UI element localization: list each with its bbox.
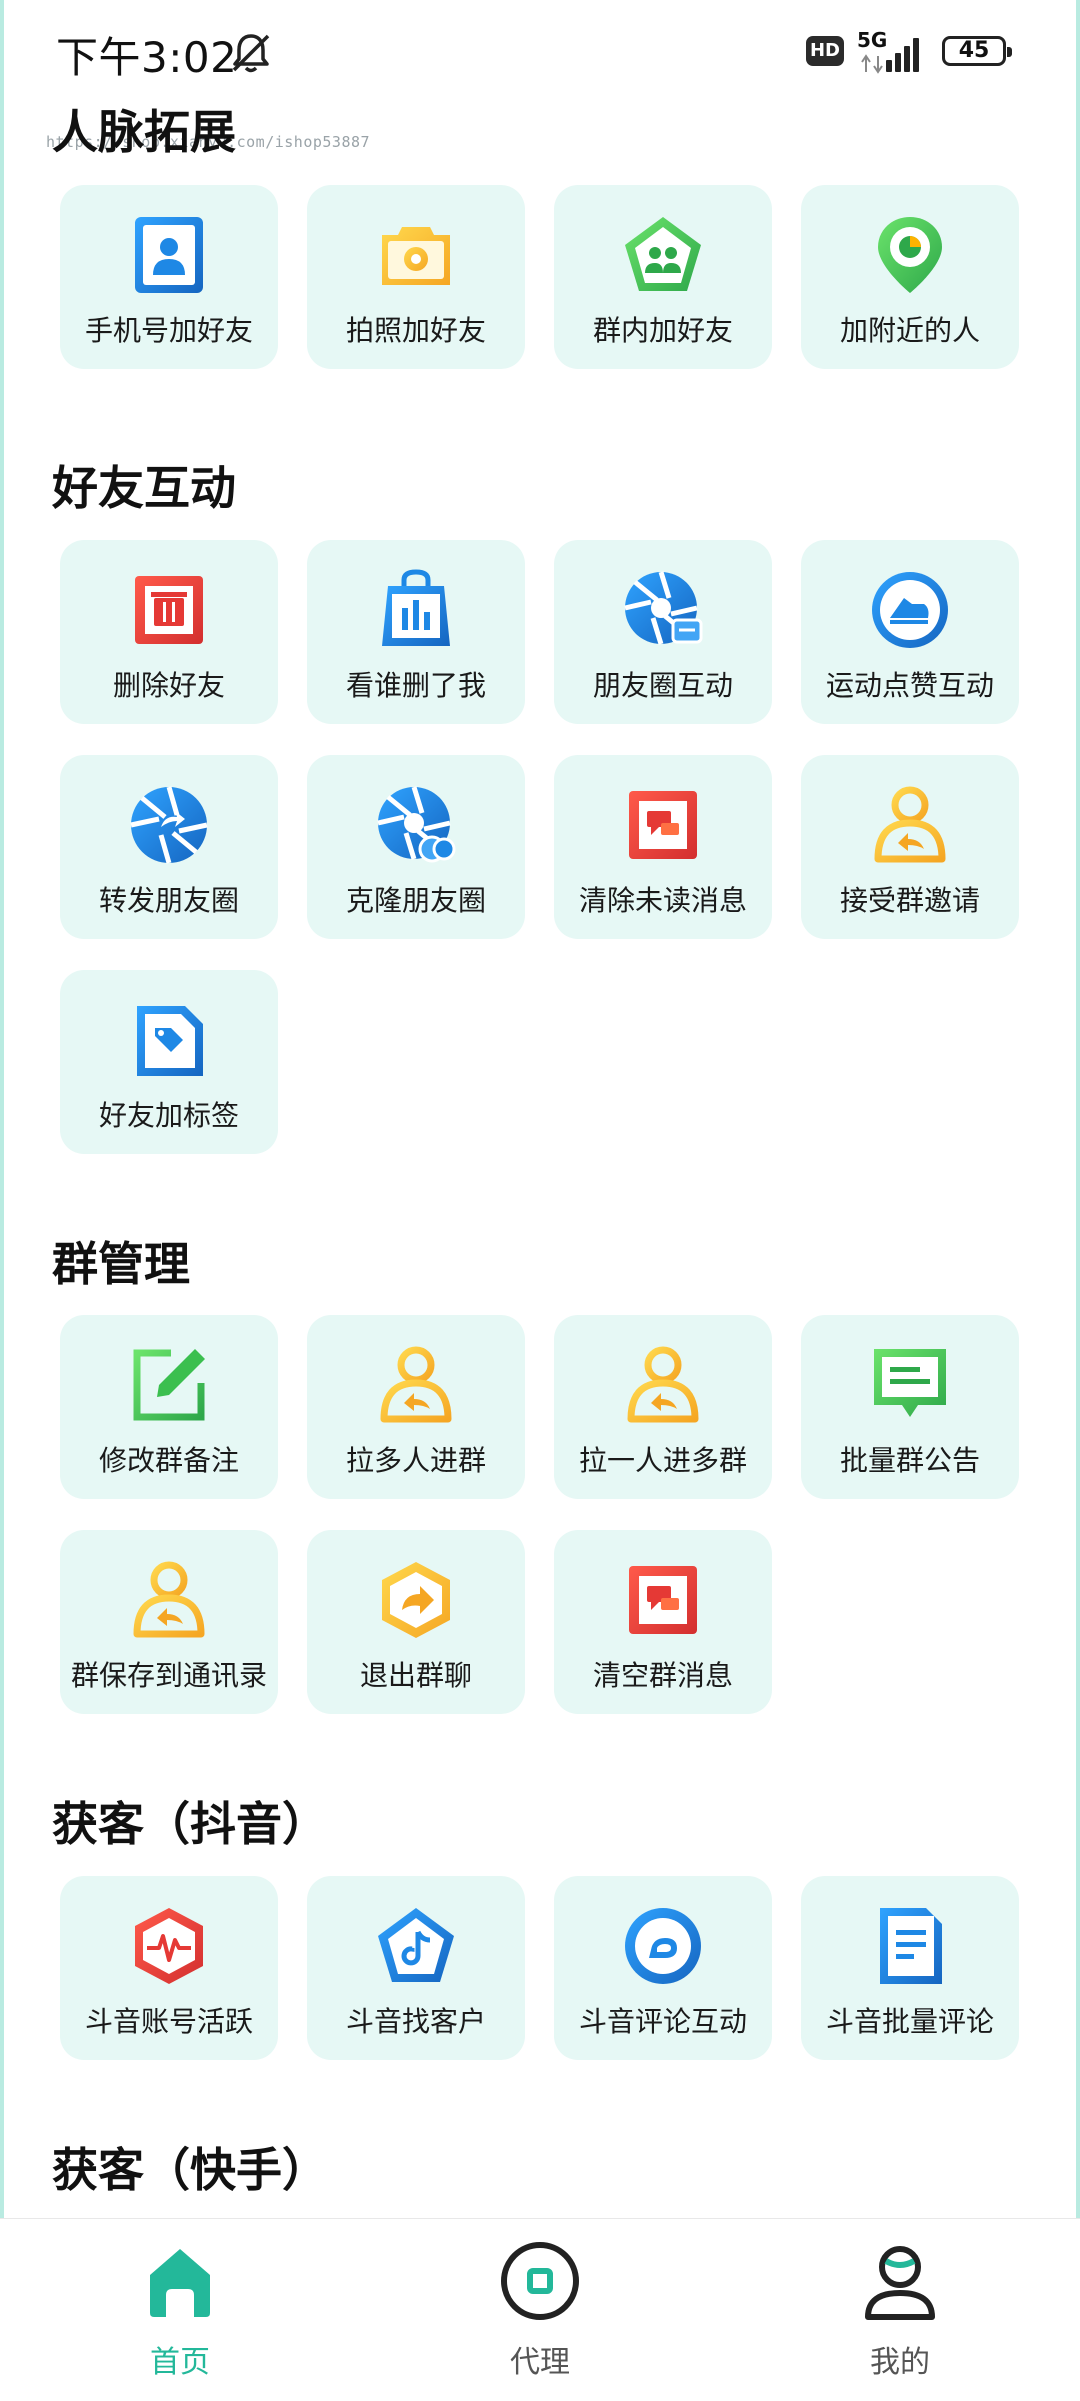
tile-label: 接受群邀请 [839, 884, 980, 917]
tile-label: 拉一人进多群 [578, 1444, 747, 1477]
tile-label: 朋友圈互动 [592, 669, 733, 702]
pentagon-music-icon [378, 1908, 454, 1982]
tile-label: 删除好友 [112, 669, 225, 702]
person-reply-icon [380, 1346, 452, 1423]
person-reply-icon [133, 1561, 205, 1638]
tile-exit-group-chat[interactable]: 退出群聊 [307, 1530, 525, 1714]
tile-pull-one-into-groups[interactable]: 拉一人进多群 [554, 1315, 772, 1499]
contact-card-icon [135, 217, 203, 293]
tile-label: 看谁删了我 [345, 669, 486, 702]
nav-label: 代理 [510, 2345, 570, 2380]
tile-group-add-friend[interactable]: 群内加好友 [554, 185, 772, 369]
section-title-douyin: 获客（抖音） [52, 1797, 328, 1851]
message-square-icon [629, 1566, 697, 1634]
tile-label: 群内加好友 [592, 314, 733, 347]
aperture-clone-icon [377, 786, 456, 863]
hd-badge: HD [806, 36, 844, 66]
tile-moments-interaction[interactable]: 朋友圈互动 [554, 540, 772, 724]
circle-comment-icon [625, 1908, 701, 1984]
tile-edit-group-remark[interactable]: 修改群备注 [60, 1315, 278, 1499]
bottom-nav: 首页 代理 我的 [0, 2218, 1080, 2401]
section-title-kuaishou: 获客（快手） [52, 2143, 328, 2197]
tile-friend-tag[interactable]: 好友加标签 [60, 970, 278, 1154]
tile-clear-unread[interactable]: 清除未读消息 [554, 755, 772, 939]
person-reply-icon [627, 1346, 699, 1423]
tile-label: 修改群备注 [98, 1444, 239, 1477]
trash-icon [135, 576, 203, 644]
aperture-interact-icon [624, 571, 703, 645]
hexagon-forward-icon [382, 1562, 450, 1638]
tile-accept-group-invite[interactable]: 接受群邀请 [801, 755, 1019, 939]
tile-label: 群保存到通讯录 [70, 1659, 267, 1692]
shopping-bag-chart-icon [382, 569, 450, 646]
tile-save-group-to-contacts[interactable]: 群保存到通讯录 [60, 1530, 278, 1714]
tile-label: 好友加标签 [98, 1099, 239, 1132]
section-title-group-management: 群管理 [52, 1237, 190, 1291]
tile-douyin-find-customers[interactable]: 斗音找客户 [307, 1876, 525, 2060]
nav-mine[interactable]: 我的 [800, 2239, 1000, 2381]
tile-label: 批量群公告 [839, 1444, 980, 1477]
camera-icon [382, 227, 450, 285]
agent-icon [501, 2242, 579, 2320]
status-bar: 下午3:02 HD 5G 45 [0, 0, 1080, 100]
nav-label: 首页 [150, 2345, 210, 2380]
tile-photo-add-friend[interactable]: 拍照加好友 [307, 185, 525, 369]
tile-batch-group-announcement[interactable]: 批量群公告 [801, 1315, 1019, 1499]
tile-clear-group-messages[interactable]: 清空群消息 [554, 1530, 772, 1714]
tile-forward-moments[interactable]: 转发朋友圈 [60, 755, 278, 939]
signal-icon [861, 38, 919, 74]
tile-douyin-comment-interaction[interactable]: 斗音评论互动 [554, 1876, 772, 2060]
group-pentagon-icon [625, 217, 701, 291]
tile-label: 斗音批量评论 [825, 2005, 994, 2038]
edit-icon [133, 1349, 205, 1421]
section-title-network: 人脉拓展 [52, 105, 236, 159]
battery-indicator: 45 [942, 36, 1012, 66]
tile-douyin-account-active[interactable]: 斗音账号活跃 [60, 1876, 278, 2060]
tile-label: 清除未读消息 [578, 884, 747, 917]
mute-bell-icon [232, 34, 270, 73]
tile-label: 斗音评论互动 [578, 2005, 747, 2038]
person-reply-icon [874, 786, 946, 863]
sport-shoe-icon [872, 572, 948, 648]
tile-label: 运动点赞互动 [825, 669, 994, 702]
aperture-forward-icon [130, 786, 208, 864]
tile-label: 转发朋友圈 [98, 884, 239, 917]
left-edge-line [0, 0, 4, 2400]
tile-label: 克隆朋友圈 [345, 884, 486, 917]
nav-agent[interactable]: 代理 [440, 2239, 640, 2381]
tile-delete-friend[interactable]: 删除好友 [60, 540, 278, 724]
tile-douyin-batch-comment[interactable]: 斗音批量评论 [801, 1876, 1019, 2060]
message-square-icon [629, 791, 697, 859]
hexagon-pulse-icon [135, 1908, 203, 1984]
tile-label: 斗音账号活跃 [84, 2005, 253, 2038]
document-icon [880, 1908, 942, 1984]
tile-sport-like[interactable]: 运动点赞互动 [801, 540, 1019, 724]
announcement-icon [874, 1349, 946, 1417]
tile-pull-many-into-group[interactable]: 拉多人进群 [307, 1315, 525, 1499]
tile-label: 斗音找客户 [345, 2005, 486, 2038]
profile-icon [865, 2246, 935, 2320]
tile-clone-moments[interactable]: 克隆朋友圈 [307, 755, 525, 939]
tile-phone-add-friend[interactable]: 手机号加好友 [60, 185, 278, 369]
tile-label: 拍照加好友 [345, 314, 486, 347]
home-icon [150, 2249, 210, 2317]
location-pin-icon [878, 217, 942, 293]
tile-add-nearby[interactable]: 加附近的人 [801, 185, 1019, 369]
tile-label: 退出群聊 [359, 1659, 472, 1692]
tile-label: 加附近的人 [839, 314, 980, 347]
tile-label: 拉多人进群 [345, 1444, 486, 1477]
status-time: 下午3:02 [56, 33, 238, 82]
tile-label: 手机号加好友 [84, 314, 253, 347]
tag-icon [137, 1006, 203, 1076]
tile-label: 清空群消息 [592, 1659, 733, 1692]
right-edge-line [1076, 0, 1080, 2400]
section-title-friend-interaction: 好友互动 [52, 461, 236, 515]
nav-home[interactable]: 首页 [80, 2239, 280, 2381]
nav-label: 我的 [870, 2345, 930, 2380]
tile-who-deleted-me[interactable]: 看谁删了我 [307, 540, 525, 724]
